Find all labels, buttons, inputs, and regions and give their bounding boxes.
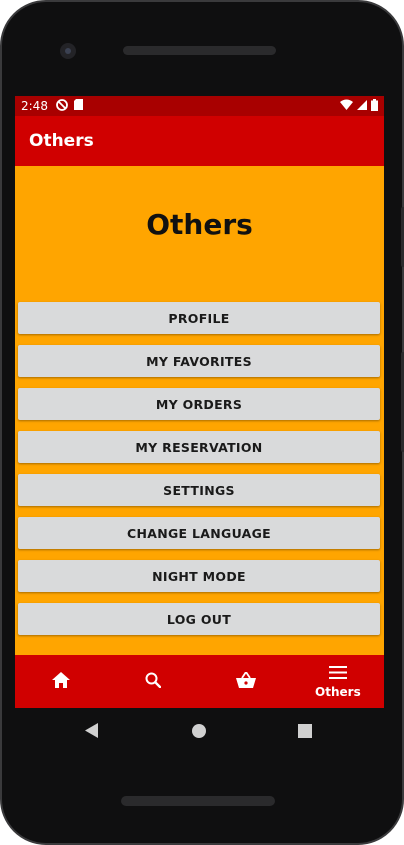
- change-language-button[interactable]: CHANGE LANGUAGE: [18, 517, 380, 549]
- my-favorites-button[interactable]: MY FAVORITES: [18, 345, 380, 377]
- status-bar: 2:48: [15, 96, 384, 116]
- log-out-button[interactable]: LOG OUT: [18, 603, 380, 635]
- nav-others-label: Others: [315, 685, 361, 699]
- back-icon[interactable]: [85, 723, 98, 742]
- settings-button[interactable]: SETTINGS: [18, 474, 380, 506]
- wifi-icon: [340, 99, 353, 113]
- device-frame: 2:48 Others Others PROFILE MY FAVORITES …: [0, 0, 404, 845]
- bottom-speaker: [121, 796, 275, 806]
- basket-icon: [235, 669, 256, 692]
- sd-card-icon: [73, 99, 83, 113]
- home-circle-icon[interactable]: [192, 723, 206, 742]
- battery-icon: [371, 98, 378, 114]
- nav-search[interactable]: [107, 655, 199, 708]
- recents-icon[interactable]: [298, 723, 312, 742]
- page-title: Others: [146, 208, 253, 241]
- profile-button[interactable]: PROFILE: [18, 302, 380, 334]
- front-camera: [60, 43, 76, 59]
- my-orders-button[interactable]: MY ORDERS: [18, 388, 380, 420]
- menu-icon: [328, 664, 347, 683]
- app-bar-title: Others: [29, 131, 94, 151]
- home-icon: [52, 671, 71, 692]
- signal-icon: [357, 99, 367, 113]
- night-mode-button[interactable]: NIGHT MODE: [18, 560, 380, 592]
- status-right-icons: [340, 98, 378, 114]
- nav-home[interactable]: [15, 655, 107, 708]
- bottom-nav: Others: [15, 655, 384, 708]
- do-not-disturb-icon: [56, 98, 68, 114]
- nav-basket[interactable]: [200, 655, 292, 708]
- screen: 2:48 Others Others PROFILE MY FAVORITES …: [15, 96, 384, 708]
- top-speaker: [123, 46, 276, 55]
- my-reservation-button[interactable]: MY RESERVATION: [18, 431, 380, 463]
- nav-others[interactable]: Others: [292, 655, 384, 708]
- status-time: 2:48: [21, 99, 48, 113]
- app-bar: Others: [15, 116, 384, 166]
- search-icon: [145, 672, 162, 692]
